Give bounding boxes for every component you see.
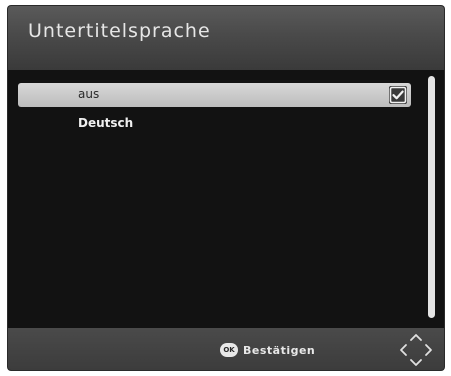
confirm-label: Bestätigen <box>243 343 316 357</box>
checkbox-checked-icon[interactable] <box>389 86 407 104</box>
dialog-title: Untertitelsprache <box>28 20 211 42</box>
language-list: aus Deutsch <box>8 70 444 328</box>
dialog-header: Untertitelsprache <box>8 6 444 70</box>
dialog-footer: OK Bestätigen <box>8 328 444 370</box>
list-item-deutsch[interactable]: Deutsch <box>18 112 411 136</box>
scrollbar[interactable] <box>428 76 435 318</box>
dpad-arrows-icon <box>396 334 436 366</box>
confirm-button[interactable]: OK Bestätigen <box>220 341 315 359</box>
list-item-label: Deutsch <box>78 116 134 130</box>
subtitle-language-dialog: Untertitelsprache aus Deutsch OK Bestäti… <box>8 6 444 370</box>
list-item-label: aus <box>78 87 100 101</box>
list-item-aus[interactable]: aus <box>18 83 411 107</box>
ok-key-icon: OK <box>220 343 238 357</box>
